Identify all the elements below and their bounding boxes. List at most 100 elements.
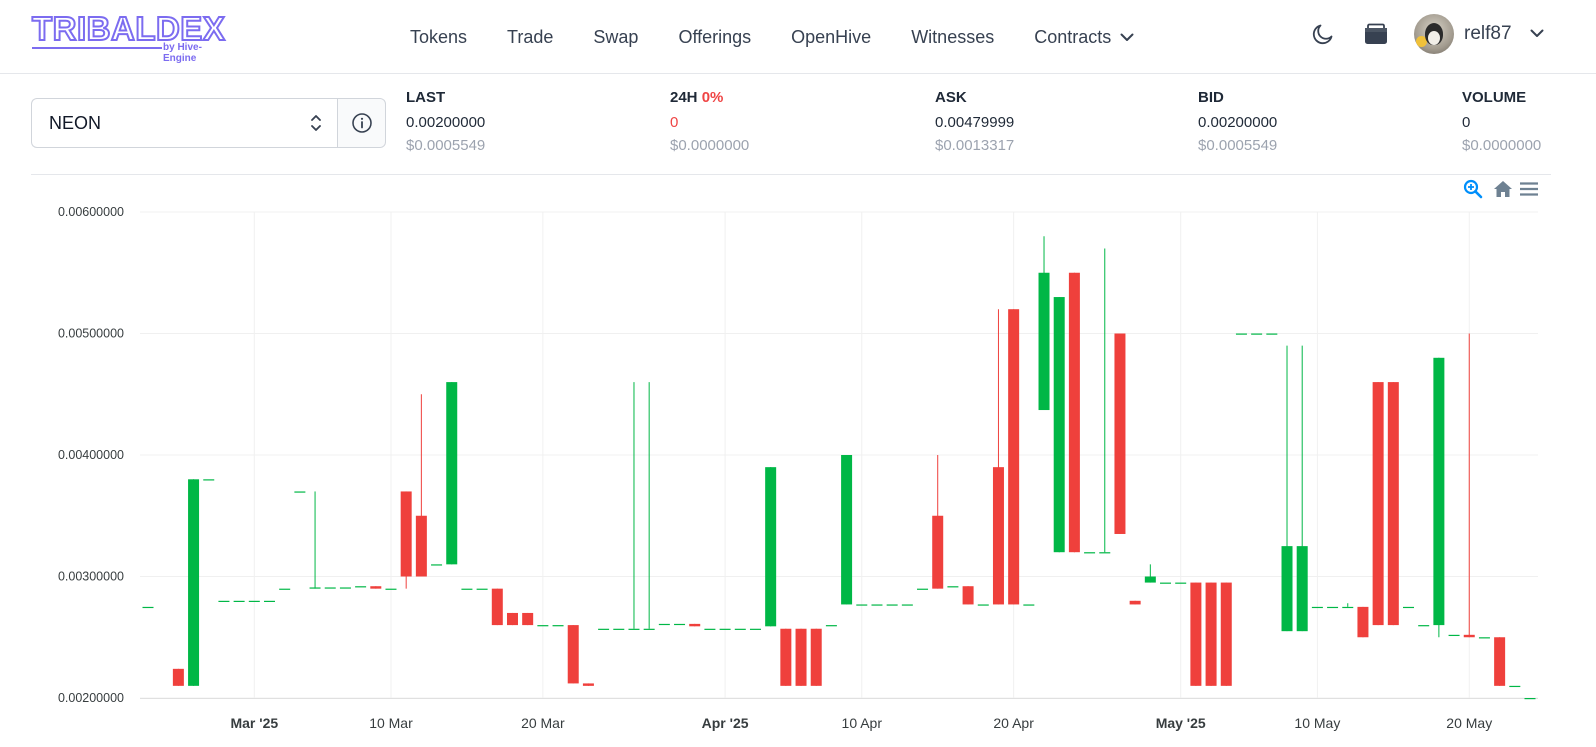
candle-up: [598, 628, 610, 630]
candle-up: [263, 600, 275, 602]
candle-up: [947, 586, 959, 588]
nav-witnesses[interactable]: Witnesses: [911, 27, 994, 48]
candle-up: [719, 628, 731, 630]
candle-up: [1296, 546, 1308, 632]
candle-down: [932, 515, 944, 589]
candle-up: [537, 625, 549, 627]
candle-up: [1433, 357, 1445, 626]
candle-down: [689, 623, 701, 627]
candle-down: [582, 683, 594, 686]
nav-openhive[interactable]: OpenHive: [791, 27, 871, 48]
candle-up: [279, 588, 291, 590]
candle-up: [1448, 634, 1460, 637]
candle-down: [1387, 382, 1399, 626]
candle-up: [461, 588, 473, 590]
candle-up: [856, 604, 868, 606]
candle-up: [385, 588, 397, 590]
candle-up: [188, 479, 200, 686]
x-tick-label: 20 Mar: [521, 715, 565, 731]
nav-swap[interactable]: Swap: [593, 27, 638, 48]
candle-up: [1266, 333, 1278, 335]
candle-up: [674, 623, 686, 626]
user-avatar[interactable]: [1414, 14, 1454, 54]
stat-ask: ASK 0.00479999 $0.0013317: [935, 89, 1014, 154]
stat-bid-label: BID: [1198, 89, 1224, 106]
nav-tokens[interactable]: Tokens: [410, 27, 467, 48]
candle-up: [142, 606, 154, 609]
candle-up: [1311, 606, 1323, 609]
candle-up: [765, 467, 777, 627]
candle-up: [248, 600, 260, 602]
stat-last-usd: $0.0005549: [406, 137, 486, 154]
select-updown-icon: [311, 115, 321, 131]
candle-down: [1190, 582, 1202, 686]
candle-up: [658, 623, 670, 626]
candle-up: [1342, 606, 1354, 609]
candle-down: [1068, 272, 1080, 553]
info-icon: [352, 113, 372, 133]
candle-up: [734, 628, 746, 630]
stat-last-value: 0.00200000: [406, 114, 486, 131]
candle-up: [1403, 606, 1415, 609]
candle-up: [1144, 576, 1156, 583]
candle-up: [324, 587, 336, 589]
candle-down: [400, 491, 412, 577]
top-header: TRIBALDEX by Hive-Engine Tokens Trade Sw…: [0, 0, 1596, 74]
x-tick-label: 10 Apr: [842, 715, 883, 731]
candle-up: [339, 587, 351, 589]
stat-volume-usd: $0.0000000: [1462, 137, 1542, 154]
candle-up: [1053, 297, 1065, 553]
nav-contracts-dropdown[interactable]: Contracts: [1034, 27, 1134, 48]
candle-up: [309, 587, 321, 589]
candle-down: [1494, 637, 1506, 686]
stat-24h: 24H 0% 0 $0.0000000: [670, 89, 749, 154]
candle-down: [1220, 582, 1232, 686]
candlestick-chart-svg: 0.00600000 0.00500000 0.00400000 0.00300000…: [58, 205, 1538, 731]
user-menu-chevron-icon[interactable]: [1530, 29, 1544, 38]
candle-down: [810, 628, 822, 686]
candle-down: [172, 668, 184, 686]
candle-up: [1418, 625, 1430, 627]
stat-volume-value: 0: [1462, 114, 1471, 131]
tribaldex-logo[interactable]: TRIBALDEX by Hive-Engine: [31, 9, 232, 64]
x-tick-label: 20 May: [1446, 715, 1492, 731]
y-tick-label: 0.00400000: [58, 448, 124, 462]
y-tick-label: 0.00500000: [58, 327, 124, 341]
nav-offerings[interactable]: Offerings: [678, 27, 751, 48]
logo-subtitle: by Hive-Engine: [163, 42, 202, 64]
candle-up: [1099, 552, 1111, 554]
dark-mode-moon-icon[interactable]: [1311, 22, 1335, 46]
candle-up: [1327, 606, 1339, 609]
username[interactable]: relf87: [1464, 23, 1512, 45]
candle-down: [415, 515, 427, 577]
avatar-penguin-belly: [1428, 31, 1440, 45]
candle-down: [1205, 582, 1217, 686]
candle-up: [1023, 604, 1035, 606]
candle-up: [901, 604, 913, 606]
stat-volume: VOLUME 0 $0.0000000: [1462, 89, 1541, 154]
candle-up: [1509, 685, 1521, 688]
token-info-button[interactable]: [337, 98, 386, 148]
candle-up: [977, 604, 989, 606]
stat-last-label: LAST: [406, 89, 446, 106]
candle-up: [1251, 333, 1263, 335]
token-select[interactable]: NEON: [31, 98, 337, 148]
stat-last: LAST 0.00200000 $0.0005549: [406, 89, 485, 154]
nav-contracts-label: Contracts: [1034, 26, 1112, 47]
stat-volume-label: VOLUME: [1462, 89, 1527, 106]
candle-up: [218, 600, 230, 602]
candle-up: [203, 479, 215, 481]
stat-bid-usd: $0.0005549: [1198, 137, 1278, 154]
x-tick-label: May '25: [1156, 715, 1206, 731]
nav-trade[interactable]: Trade: [507, 27, 553, 48]
candle-up: [1478, 637, 1490, 639]
candle-up: [294, 491, 306, 493]
candle-up: [886, 604, 898, 606]
candle-up: [613, 628, 625, 630]
stat-bid: BID 0.00200000 $0.0005549: [1198, 89, 1277, 154]
price-chart: 0.00600000 0.00500000 0.00400000 0.00300000…: [0, 175, 1596, 747]
candle-up: [1175, 582, 1187, 584]
candle-up: [1038, 272, 1050, 411]
wallet-icon[interactable]: [1364, 23, 1388, 45]
candle-up: [1084, 552, 1096, 554]
